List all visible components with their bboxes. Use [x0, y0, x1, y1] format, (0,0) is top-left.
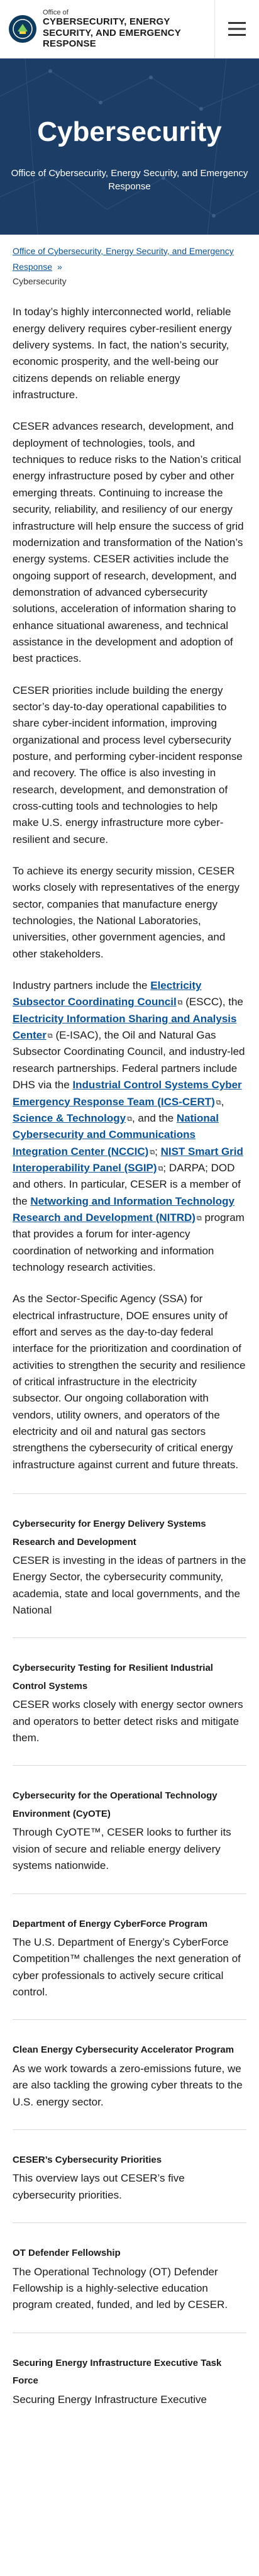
program-title[interactable]: Cybersecurity for the Operational Techno…: [13, 1787, 246, 1823]
program-card[interactable]: Cybersecurity for Energy Delivery System…: [13, 1493, 246, 1637]
partners-paragraph: Industry partners include the Electricit…: [13, 978, 246, 1276]
org-name: CYBERSECURITY, ENERGY SECURITY, AND EMER…: [43, 16, 181, 49]
program-description: The Operational Technology (OT) Defender…: [13, 2265, 228, 2311]
intro-paragraph-2: CESER advances research, development, an…: [13, 420, 244, 665]
program-description: Securing Energy Infrastructure Executive: [13, 2393, 207, 2406]
program-title[interactable]: Cybersecurity Testing for Resilient Indu…: [13, 1659, 246, 1695]
program-title[interactable]: Securing Energy Infrastructure Executive…: [13, 2355, 246, 2390]
program-title[interactable]: CESER’s Cybersecurity Priorities: [13, 2151, 246, 2170]
program-card[interactable]: Department of Energy CyberForce Program …: [13, 1893, 246, 2020]
hamburger-menu-icon: [228, 22, 246, 36]
program-title[interactable]: OT Defender Fellowship: [13, 2244, 246, 2263]
page-subtitle: Office of Cybersecurity, Energy Security…: [11, 168, 248, 192]
page-title: Cybersecurity: [37, 116, 222, 147]
main-content: In today’s highly interconnected world, …: [0, 286, 259, 1473]
program-title[interactable]: Department of Energy CyberForce Program: [13, 1915, 246, 1934]
program-description: Through CyOTE™, CESER looks to further i…: [13, 1826, 231, 1872]
program-card[interactable]: Clean Energy Cybersecurity Accelerator P…: [13, 2019, 246, 2129]
site-header: Office of CYBERSECURITY, ENERGY SECURITY…: [0, 0, 259, 59]
external-link-icon: ⧉: [216, 1098, 221, 1107]
breadcrumb-separator: »: [57, 262, 62, 272]
external-link-icon: ⧉: [150, 1148, 155, 1156]
program-list: Cybersecurity for Energy Delivery System…: [0, 1488, 259, 2427]
external-link-icon: ⧉: [196, 1214, 202, 1222]
program-description: As we work towards a zero-emissions futu…: [13, 2062, 243, 2108]
intro-paragraph-4: To achieve its energy security mission, …: [13, 865, 240, 960]
program-card[interactable]: Cybersecurity for the Operational Techno…: [13, 1765, 246, 1893]
program-card[interactable]: CESER’s Cybersecurity Priorities This ov…: [13, 2129, 246, 2222]
breadcrumb-link-ceser[interactable]: Office of Cybersecurity, Energy Security…: [13, 246, 234, 272]
program-card[interactable]: Securing Energy Infrastructure Executive…: [13, 2332, 246, 2427]
program-description: CESER is investing in the ideas of partn…: [13, 1554, 246, 1617]
program-description: This overview lays out CESER’s five cybe…: [13, 2172, 185, 2201]
program-description: CESER works closely with energy sector o…: [13, 1698, 243, 1744]
org-title[interactable]: Office of CYBERSECURITY, ENERGY SECURITY…: [43, 9, 214, 49]
partners-text: ;: [155, 1145, 161, 1157]
partners-text: Industry partners include the: [13, 979, 151, 992]
org-prefix: Office of: [43, 8, 69, 16]
menu-button[interactable]: [214, 0, 259, 58]
breadcrumb: Office of Cybersecurity, Energy Security…: [0, 235, 259, 275]
breadcrumb-current: Cybersecurity: [13, 276, 67, 287]
program-card[interactable]: OT Defender Fellowship The Operational T…: [13, 2222, 246, 2333]
program-card[interactable]: Cybersecurity Testing for Resilient Indu…: [13, 1637, 246, 1765]
external-link-icon: ⧉: [127, 1115, 132, 1123]
program-title[interactable]: Clean Energy Cybersecurity Accelerator P…: [13, 2041, 246, 2060]
intro-paragraph-3: CESER priorities include building the en…: [13, 684, 243, 845]
partners-text: , and the: [131, 1112, 177, 1124]
partners-text: ,: [221, 1095, 224, 1108]
program-title[interactable]: Cybersecurity for Energy Delivery System…: [13, 1515, 246, 1551]
external-link-icon: ⧉: [47, 1032, 53, 1040]
program-description: The U.S. Department of Energy’s CyberFor…: [13, 1936, 241, 1999]
external-link-icon: ⧉: [177, 999, 183, 1007]
intro-paragraph-6: As the Sector-Specific Agency (SSA) for …: [13, 1293, 246, 1471]
intro-paragraph-1: In today’s highly interconnected world, …: [13, 306, 232, 401]
science-technology-link[interactable]: Science & Technology: [13, 1112, 126, 1124]
partners-text: (ESCC), the: [182, 996, 243, 1008]
doe-seal-icon[interactable]: [9, 15, 36, 43]
hero-banner: Cybersecurity Office of Cybersecurity, E…: [0, 59, 259, 235]
